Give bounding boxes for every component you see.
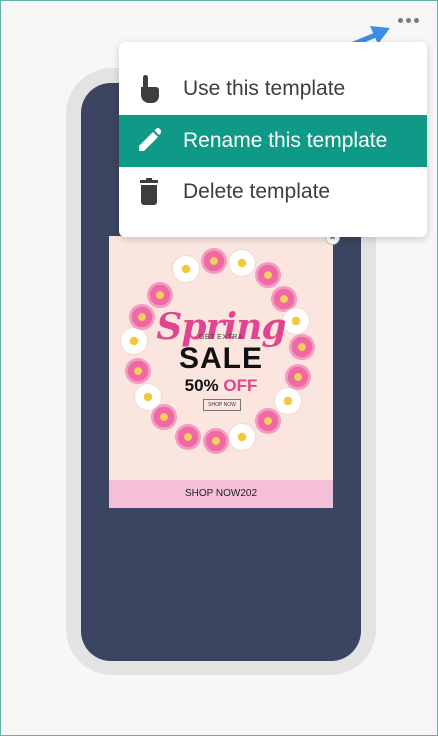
flower: [175, 424, 201, 450]
flower: [173, 256, 199, 282]
menu-item-delete-template[interactable]: Delete template: [119, 166, 427, 218]
promo-popup: Spring GET EXTRA SALE 50% OFF SHOP NOW S…: [109, 236, 333, 508]
shop-now-button[interactable]: SHOP NOW202: [109, 480, 333, 508]
flower: [147, 282, 173, 308]
pencil-icon: [139, 127, 161, 151]
menu-item-label: Rename this template: [183, 129, 388, 152]
flower: [203, 428, 229, 454]
trash-icon: [140, 178, 158, 205]
pointer-hand-icon: [141, 75, 159, 103]
more-dot: [413, 17, 419, 23]
more-dot: [405, 17, 411, 23]
flower: [255, 408, 281, 434]
menu-item-label: Delete template: [183, 180, 331, 203]
discount-word: OFF: [223, 376, 258, 395]
template-options-menu: Use this template Rename this template D…: [119, 42, 427, 237]
promo-artwork: Spring GET EXTRA SALE 50% OFF SHOP NOW: [109, 236, 333, 476]
flower: [255, 262, 281, 288]
flower: [201, 248, 227, 274]
menu-item-rename-template[interactable]: Rename this template: [119, 115, 427, 167]
promo-discount: 50% OFF: [109, 376, 333, 396]
menu-item-label: Use this template: [183, 77, 346, 100]
flower: [229, 424, 255, 450]
promo-small-button: SHOP NOW: [203, 399, 241, 411]
menu-item-use-template[interactable]: Use this template: [119, 63, 427, 115]
promo-subheadline: GET EXTRA: [198, 334, 244, 341]
discount-value: 50%: [184, 376, 219, 395]
flower: [229, 250, 255, 276]
promo-main: SALE: [178, 342, 263, 375]
